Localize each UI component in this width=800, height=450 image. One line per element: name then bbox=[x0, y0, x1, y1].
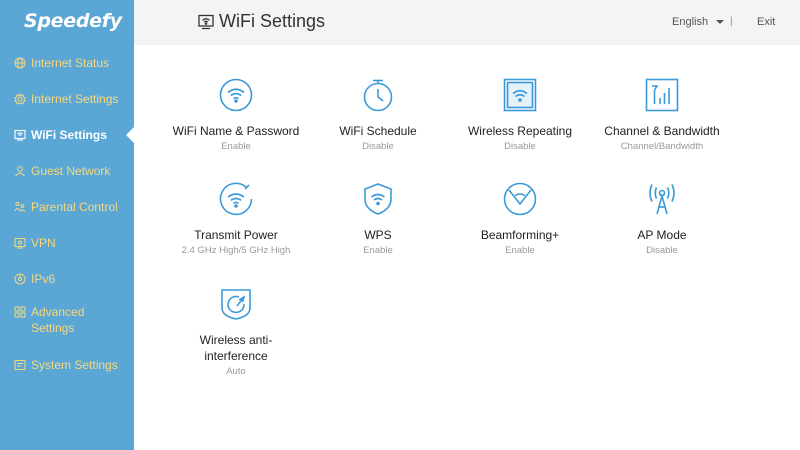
caret-down-icon bbox=[716, 20, 725, 24]
tile-status: Enable bbox=[363, 245, 393, 256]
antenna-icon bbox=[645, 182, 679, 216]
tile-wireless-anti-interference[interactable]: Wireless anti-interference Auto bbox=[166, 287, 306, 378]
tile-ap-mode[interactable]: AP Mode Disable bbox=[592, 182, 732, 257]
clock-icon bbox=[361, 78, 395, 112]
tile-wifi-schedule[interactable]: WiFi Schedule Disable bbox=[308, 78, 448, 153]
tile-wireless-repeating[interactable]: Wireless Repeating Disable bbox=[450, 78, 590, 153]
tile-status: Channel/Bandwidth bbox=[620, 141, 704, 152]
family-icon bbox=[14, 201, 26, 213]
wps-shield-icon bbox=[361, 182, 395, 216]
tile-name: Transmit Power bbox=[194, 228, 278, 242]
tile-name: WPS bbox=[364, 228, 392, 242]
page-title: WiFi Settings bbox=[198, 11, 325, 32]
active-indicator bbox=[126, 127, 134, 143]
vpn-icon bbox=[14, 237, 26, 249]
tile-name: Beamforming+ bbox=[480, 228, 560, 242]
wifi-monitor-icon bbox=[14, 129, 26, 141]
tile-name: Wireless anti-interference bbox=[199, 333, 273, 363]
tile-status: Disable bbox=[504, 141, 536, 152]
tile-status: Disable bbox=[646, 245, 678, 256]
sidebar-item-parental-control[interactable]: Parental Control bbox=[0, 189, 134, 225]
user-icon bbox=[14, 165, 26, 177]
top-header: WiFi Settings English | Exit bbox=[134, 0, 800, 45]
anti-interference-icon bbox=[219, 287, 253, 321]
tile-status: Auto bbox=[226, 366, 246, 377]
tile-wps[interactable]: WPS Enable bbox=[308, 182, 448, 257]
sidebar-item-guest-network[interactable]: Guest Network bbox=[0, 153, 134, 189]
sidebar: Speedefy Internet Status Internet Settin… bbox=[0, 0, 134, 450]
language-value: English bbox=[672, 16, 709, 28]
sidebar-item-internet-settings[interactable]: Internet Settings bbox=[0, 81, 134, 117]
settings-tiles: WiFi Name & Password Enable WiFi Schedul… bbox=[134, 45, 800, 450]
transmit-power-icon bbox=[219, 182, 253, 216]
sidebar-item-label: System Settings bbox=[31, 358, 118, 372]
wifi-circle-icon bbox=[219, 78, 253, 112]
wifi-monitor-icon bbox=[198, 14, 214, 30]
sidebar-item-label: Parental Control bbox=[31, 200, 118, 214]
tile-status: Disable bbox=[362, 141, 394, 152]
tile-name: Wireless Repeating bbox=[467, 124, 573, 138]
tile-name: WiFi Schedule bbox=[339, 124, 417, 138]
sidebar-item-label: Advanced Settings bbox=[31, 305, 85, 335]
tile-wifi-name-password[interactable]: WiFi Name & Password Enable bbox=[166, 78, 306, 153]
sidebar-item-ipv6[interactable]: IPv6 bbox=[0, 261, 134, 297]
header-separator: | bbox=[730, 16, 733, 27]
wifi-square-icon bbox=[503, 78, 537, 112]
settings-gear-icon bbox=[14, 93, 26, 105]
brand-logo: Speedefy bbox=[24, 10, 122, 32]
sidebar-item-label: VPN bbox=[31, 236, 56, 250]
ipv6-icon bbox=[14, 273, 26, 285]
sidebar-nav: Internet Status Internet Settings WiFi S… bbox=[0, 45, 134, 383]
tile-name: Channel & Bandwidth bbox=[604, 124, 720, 138]
beamforming-icon bbox=[503, 182, 537, 216]
tile-status: 2.4 GHz High/5 GHz High bbox=[181, 245, 291, 256]
sidebar-item-wifi-settings[interactable]: WiFi Settings bbox=[0, 117, 134, 153]
tile-name: WiFi Name & Password bbox=[172, 124, 300, 138]
sidebar-item-label: Internet Settings bbox=[31, 92, 119, 106]
tile-transmit-power[interactable]: Transmit Power 2.4 GHz High/5 GHz High bbox=[166, 182, 306, 257]
sidebar-item-system-settings[interactable]: System Settings bbox=[0, 347, 134, 383]
signal-bars-icon bbox=[645, 78, 679, 112]
tile-status: Enable bbox=[221, 141, 251, 152]
system-icon bbox=[14, 359, 26, 371]
globe-icon bbox=[14, 57, 26, 69]
sidebar-item-vpn[interactable]: VPN bbox=[0, 225, 134, 261]
sidebar-item-label: Internet Status bbox=[31, 56, 110, 70]
tile-beamforming[interactable]: Beamforming+ Enable bbox=[450, 182, 590, 257]
page-title-text: WiFi Settings bbox=[219, 11, 326, 31]
exit-button[interactable]: Exit bbox=[757, 16, 775, 28]
language-select[interactable]: English bbox=[672, 16, 725, 28]
sidebar-item-label: IPv6 bbox=[31, 272, 56, 286]
sidebar-item-label: WiFi Settings bbox=[31, 128, 107, 142]
sidebar-item-advanced-settings[interactable]: Advanced Settings bbox=[0, 297, 134, 347]
tile-name: AP Mode bbox=[637, 228, 687, 242]
sidebar-item-internet-status[interactable]: Internet Status bbox=[0, 45, 134, 81]
grid-icon bbox=[14, 306, 26, 318]
tile-channel-bandwidth[interactable]: Channel & Bandwidth Channel/Bandwidth bbox=[592, 78, 732, 153]
sidebar-item-label: Guest Network bbox=[31, 164, 111, 178]
tile-status: Enable bbox=[505, 245, 535, 256]
